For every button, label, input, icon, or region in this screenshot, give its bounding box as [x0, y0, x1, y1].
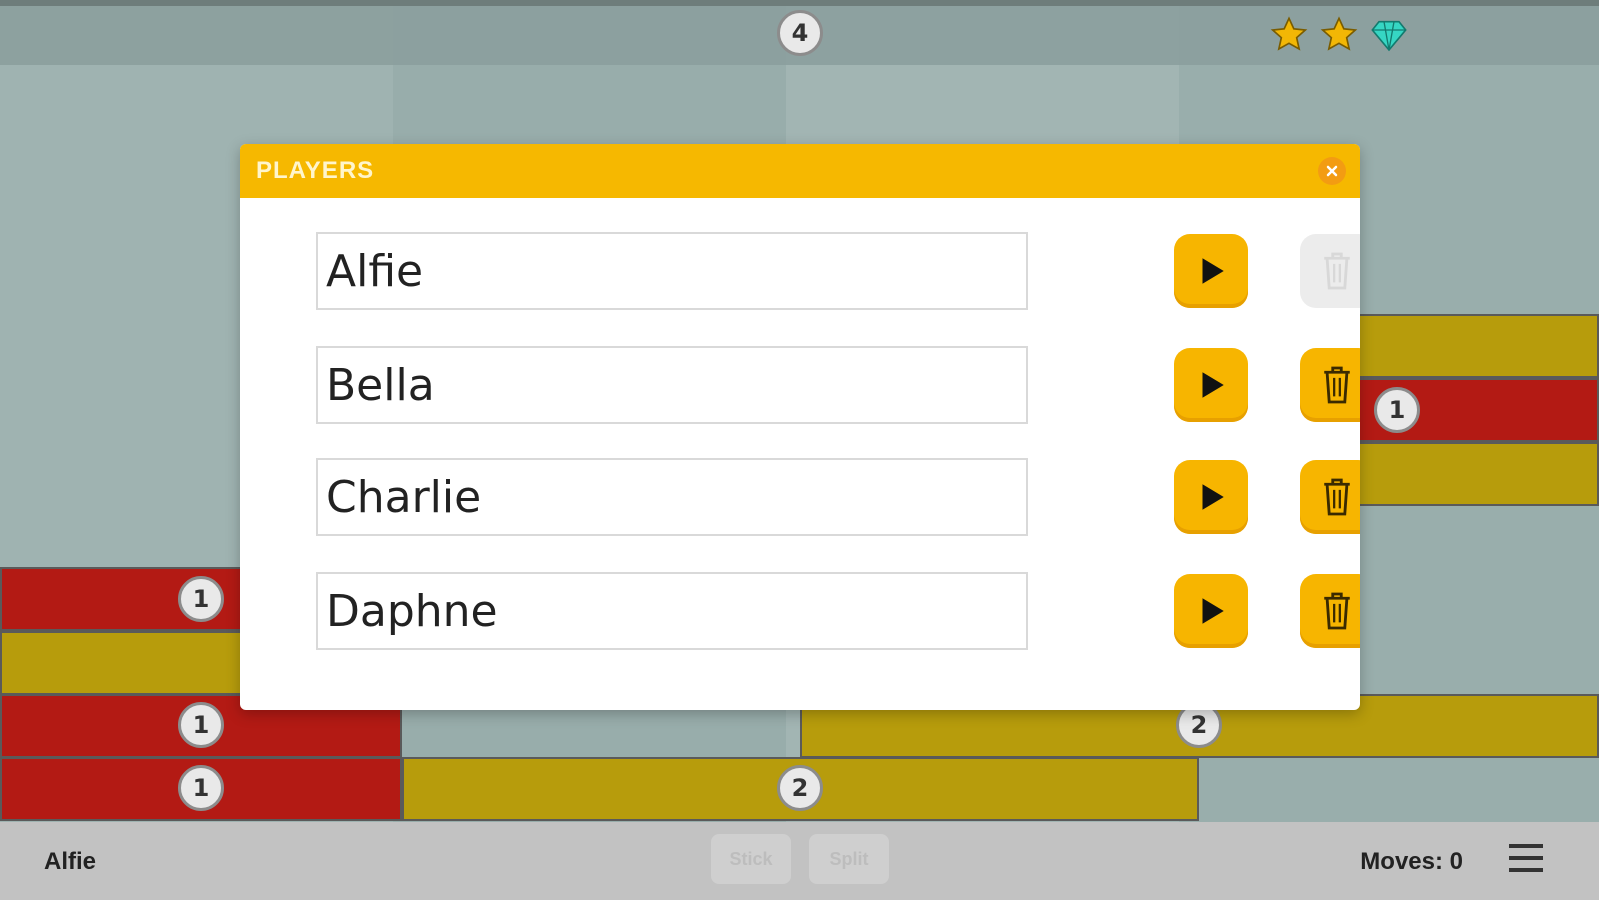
player-row: [316, 232, 1360, 312]
delete-button[interactable]: [1300, 234, 1360, 308]
star-icon: [1320, 16, 1358, 51]
block-badge: 1: [178, 576, 224, 622]
dialog-header: PLAYERS: [240, 144, 1360, 198]
red-block[interactable]: [1320, 378, 1599, 442]
trash-icon: [1324, 252, 1350, 290]
play-button[interactable]: [1174, 348, 1248, 422]
trash-icon: [1324, 366, 1350, 404]
menu-icon[interactable]: [1509, 844, 1543, 876]
player-name-field[interactable]: [316, 346, 1028, 424]
close-icon: [1326, 165, 1338, 177]
yellow-block[interactable]: [1320, 442, 1599, 506]
block-badge: 1: [1374, 387, 1420, 433]
current-player-label: Alfie: [44, 848, 97, 875]
play-icon: [1202, 258, 1224, 284]
close-button[interactable]: [1318, 157, 1346, 185]
block-badge: 1: [178, 765, 224, 811]
level-badge: 4: [777, 10, 823, 56]
yellow-block[interactable]: [1320, 314, 1599, 378]
rating: [1269, 15, 1409, 55]
star-icon: [1270, 16, 1308, 51]
play-button[interactable]: [1174, 460, 1248, 534]
trash-icon: [1324, 478, 1350, 516]
player-row: [316, 346, 1360, 426]
delete-button[interactable]: [1300, 348, 1360, 422]
trash-icon: [1324, 592, 1350, 630]
block-badge: 2: [777, 765, 823, 811]
diamond-icon: [1371, 20, 1407, 52]
play-button[interactable]: [1174, 234, 1248, 308]
play-icon: [1202, 372, 1224, 398]
player-name-field[interactable]: [316, 458, 1028, 536]
player-row: [316, 458, 1360, 538]
stick-button[interactable]: Stick: [711, 834, 791, 884]
play-icon: [1202, 484, 1224, 510]
player-row: [316, 572, 1360, 652]
players-dialog: PLAYERS: [240, 144, 1360, 710]
yellow-block[interactable]: [0, 631, 260, 695]
moves-counter: Moves: 0: [1360, 848, 1463, 875]
delete-button[interactable]: [1300, 460, 1360, 534]
player-name-field[interactable]: [316, 572, 1028, 650]
play-icon: [1202, 598, 1224, 624]
player-name-field[interactable]: [316, 232, 1028, 310]
play-button[interactable]: [1174, 574, 1248, 648]
bottom-bar: Alfie Stick Split Moves: 0: [0, 822, 1599, 900]
top-line: [0, 0, 1599, 6]
block-badge: 1: [178, 702, 224, 748]
delete-button[interactable]: [1300, 574, 1360, 648]
dialog-title: PLAYERS: [256, 157, 375, 184]
split-button[interactable]: Split: [809, 834, 889, 884]
